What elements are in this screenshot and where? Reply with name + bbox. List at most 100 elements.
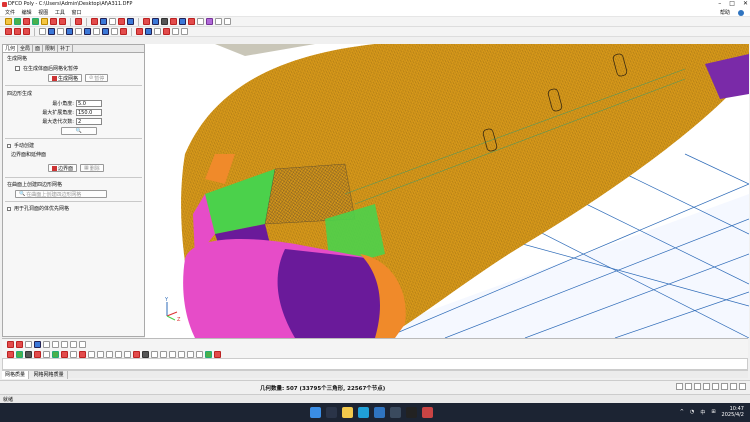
surface-icon[interactable]: [39, 28, 46, 35]
collapse-manual-icon[interactable]: [7, 143, 11, 148]
hex-mesh-icon[interactable]: [154, 28, 161, 35]
bt-11-icon[interactable]: [97, 350, 104, 358]
vscode-icon[interactable]: [374, 407, 385, 418]
bt-16-icon[interactable]: [142, 350, 149, 358]
bt-4-icon[interactable]: [34, 350, 41, 358]
view-top-icon[interactable]: [52, 340, 59, 348]
hide-icon[interactable]: [16, 340, 23, 348]
face-icon[interactable]: [48, 28, 55, 35]
bt-6-icon[interactable]: [52, 350, 59, 358]
nav-last-icon[interactable]: [703, 383, 710, 390]
message-area[interactable]: [2, 358, 748, 370]
redo-icon[interactable]: [59, 18, 66, 25]
color-icon[interactable]: [206, 18, 213, 25]
edge-face-button[interactable]: 边界面: [48, 164, 78, 172]
eye-icon[interactable]: [7, 340, 14, 348]
grid-icon[interactable]: [143, 18, 150, 25]
loop-icon[interactable]: [66, 28, 73, 35]
extend-icon[interactable]: [102, 28, 109, 35]
bt-18-icon[interactable]: [160, 350, 167, 358]
split-icon[interactable]: [75, 28, 82, 35]
bt-23-icon[interactable]: [205, 350, 212, 358]
chevron-up-icon[interactable]: ^: [680, 409, 684, 415]
line-icon[interactable]: [14, 28, 21, 35]
cut-icon[interactable]: [75, 18, 82, 25]
generate-mesh-button[interactable]: 生成网格: [48, 74, 83, 82]
tab-limit[interactable]: 限制: [43, 45, 59, 52]
bt-2-icon[interactable]: [16, 350, 23, 358]
remove-icon[interactable]: [120, 28, 127, 35]
tri-mesh-icon[interactable]: [145, 28, 152, 35]
bt-20-icon[interactable]: [178, 350, 185, 358]
3d-viewport[interactable]: Y Z: [145, 44, 749, 338]
max-iter-input[interactable]: 2: [75, 118, 102, 125]
bt-12-icon[interactable]: [106, 350, 113, 358]
stop-button[interactable]: ⊘ 暂停: [85, 74, 109, 82]
check-icon[interactable]: [181, 28, 188, 35]
tab-geometry[interactable]: 几何: [3, 45, 19, 52]
tab-mesh-quality[interactable]: 网格质量: [2, 371, 30, 379]
menu-tools[interactable]: 工具: [55, 9, 65, 17]
bt-17-icon[interactable]: [151, 350, 158, 358]
orbit-icon[interactable]: [215, 18, 222, 25]
remove-button[interactable]: ▦ 删除: [80, 164, 104, 172]
bt-8-icon[interactable]: [70, 350, 77, 358]
solid-icon[interactable]: [161, 18, 168, 25]
bt-5-icon[interactable]: [43, 350, 50, 358]
menu-help[interactable]: 帮助: [720, 9, 730, 17]
bt-21-icon[interactable]: [187, 350, 194, 358]
tab-mesh-quality-2[interactable]: 网格网格质量: [31, 371, 68, 379]
filter-icon[interactable]: [712, 383, 719, 390]
settings-icon[interactable]: [224, 18, 231, 25]
menu-window[interactable]: 窗口: [71, 9, 81, 17]
help-icon[interactable]: [738, 10, 744, 16]
close-icon[interactable]: [739, 383, 746, 390]
tab-global[interactable]: 全局: [18, 45, 34, 52]
refine-icon[interactable]: [163, 28, 170, 35]
bt-22-icon[interactable]: [196, 350, 203, 358]
dfcd-app-icon[interactable]: [422, 407, 433, 418]
view-side-icon[interactable]: [61, 340, 68, 348]
bt-15-icon[interactable]: [133, 350, 140, 358]
offset-icon[interactable]: [111, 28, 118, 35]
pick-icon[interactable]: [100, 18, 107, 25]
bt-19-icon[interactable]: [169, 350, 176, 358]
mesh-scene[interactable]: Y Z: [145, 44, 749, 338]
close-button[interactable]: ✕: [743, 0, 748, 7]
clock[interactable]: 10:47 2025/4/2: [722, 406, 744, 418]
terminal-icon[interactable]: [406, 407, 417, 418]
arc-icon[interactable]: [23, 28, 30, 35]
view-back-icon[interactable]: [70, 340, 77, 348]
undo-icon[interactable]: [50, 18, 57, 25]
zoom-in-icon[interactable]: [127, 18, 134, 25]
menu-edit[interactable]: 编辑: [22, 9, 32, 17]
mesh-icon[interactable]: [188, 18, 195, 25]
save-icon[interactable]: [23, 18, 30, 25]
menu-view[interactable]: 视图: [38, 9, 48, 17]
pin-icon[interactable]: [79, 340, 86, 348]
point-icon[interactable]: [5, 28, 12, 35]
axis-icon[interactable]: [25, 340, 32, 348]
bt-3-icon[interactable]: [25, 350, 32, 358]
file-explorer-icon[interactable]: [342, 407, 353, 418]
wire-icon[interactable]: [179, 18, 186, 25]
bt-1-icon[interactable]: [7, 350, 14, 358]
view-front-icon[interactable]: [43, 340, 50, 348]
nav-next-icon[interactable]: [694, 383, 701, 390]
select-icon[interactable]: [91, 18, 98, 25]
bt-24-icon[interactable]: [214, 350, 221, 358]
smooth-icon[interactable]: [172, 28, 179, 35]
nav-first-icon[interactable]: [676, 383, 683, 390]
min-angle-input[interactable]: 5.0: [75, 100, 102, 107]
snap-icon[interactable]: [152, 18, 159, 25]
menu-file[interactable]: 文件: [5, 9, 15, 17]
merge-icon[interactable]: [84, 28, 91, 35]
mail-icon[interactable]: [390, 407, 401, 418]
delete-icon[interactable]: [118, 18, 125, 25]
open-icon[interactable]: [5, 18, 12, 25]
minimize-button[interactable]: –: [718, 0, 721, 7]
language-indicator[interactable]: 中: [700, 409, 705, 416]
view-iso-icon[interactable]: [34, 340, 41, 348]
fit-icon[interactable]: [197, 18, 204, 25]
export-icon[interactable]: [41, 18, 48, 25]
